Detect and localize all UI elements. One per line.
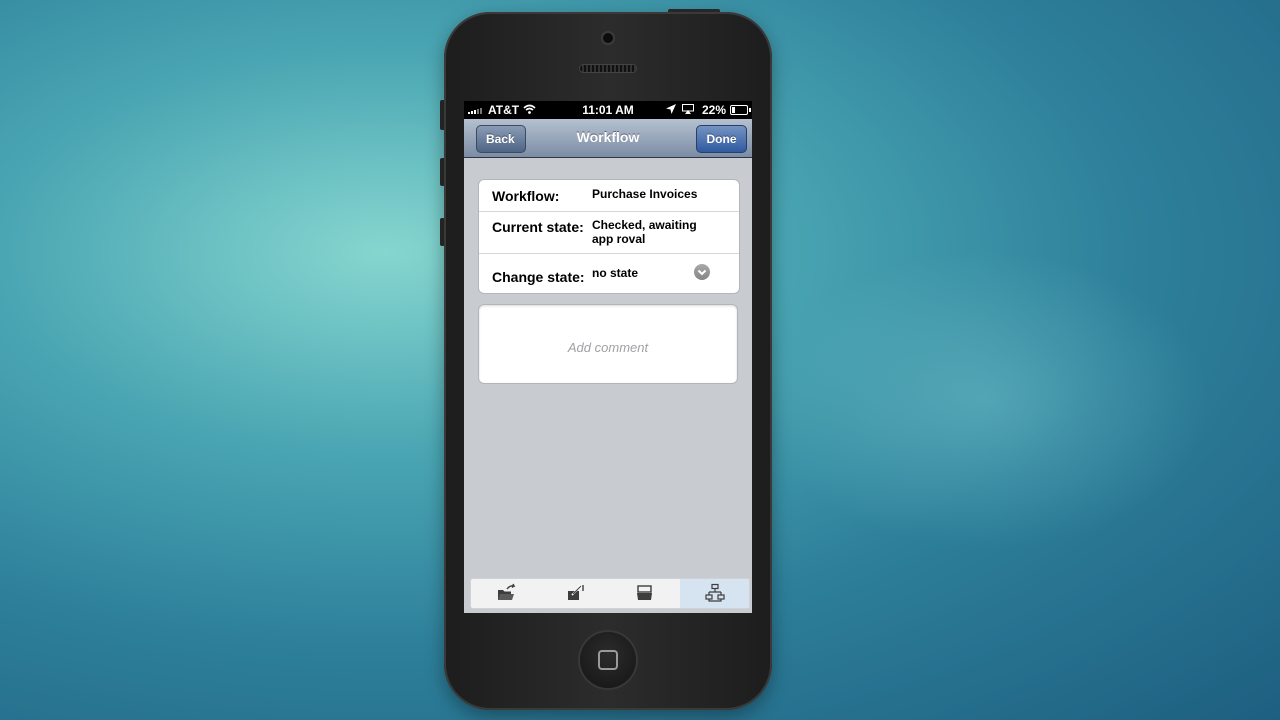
location-arrow-icon xyxy=(666,104,676,114)
tray-icon xyxy=(637,585,652,600)
phone-screen: AT&T 11:01 AM 22% Back Workflow Done Wor… xyxy=(464,101,752,613)
current-state-label: Current state: xyxy=(492,219,584,235)
change-state-row[interactable]: Change state: no state xyxy=(479,254,739,293)
workflow-form: Workflow: Purchase Invoices Current stat… xyxy=(478,179,740,294)
workflow-row: Workflow: Purchase Invoices xyxy=(479,180,739,212)
change-state-label: Change state: xyxy=(492,269,585,285)
navigation-bar: Back Workflow Done xyxy=(464,119,752,158)
background-glow xyxy=(760,250,1210,550)
chevron-down-icon[interactable] xyxy=(694,264,710,280)
front-camera xyxy=(603,33,613,43)
tab-open-folder[interactable] xyxy=(471,579,541,608)
tab-workflow[interactable] xyxy=(679,579,749,608)
done-button[interactable]: Done xyxy=(696,125,747,153)
current-state-value: Checked, awaiting app roval xyxy=(592,218,697,246)
current-state-row: Current state: Checked, awaiting app rov… xyxy=(479,212,739,254)
comment-input[interactable]: Add comment xyxy=(478,304,738,384)
workflow-value: Purchase Invoices xyxy=(592,187,698,201)
check-in-out-icon xyxy=(567,585,584,600)
airplay-icon xyxy=(682,104,694,114)
tab-tray[interactable] xyxy=(610,579,680,608)
workflow-label: Workflow: xyxy=(492,188,560,204)
home-button[interactable] xyxy=(580,632,636,688)
tab-bar xyxy=(470,578,750,609)
comment-placeholder: Add comment xyxy=(567,340,649,355)
battery-icon xyxy=(730,105,751,115)
open-folder-icon xyxy=(498,583,516,600)
status-bar: AT&T 11:01 AM 22% xyxy=(464,101,752,119)
battery-percent: 22% xyxy=(702,103,727,117)
home-square-icon xyxy=(598,650,618,670)
earpiece-speaker xyxy=(580,65,636,72)
tab-check-in-out[interactable] xyxy=(541,579,611,608)
workflow-hierarchy-icon xyxy=(704,583,725,602)
